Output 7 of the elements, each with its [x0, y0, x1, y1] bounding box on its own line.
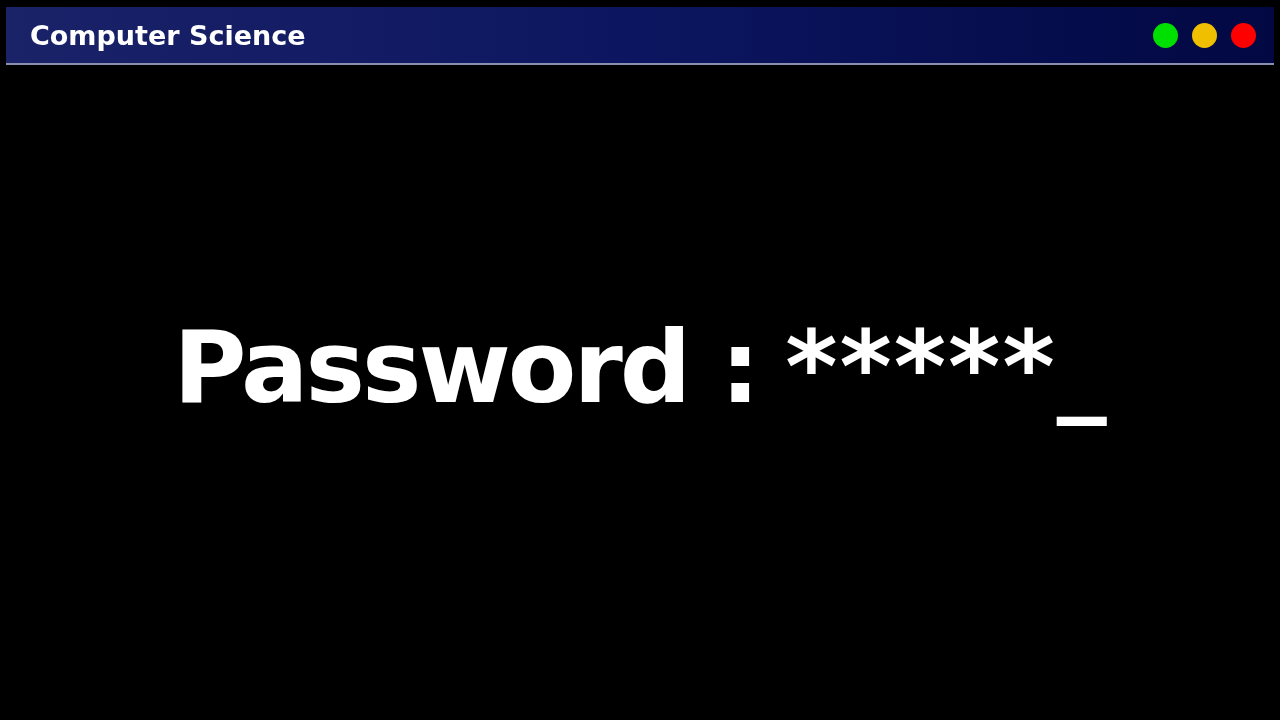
window-title: Computer Science: [30, 19, 306, 51]
window-control-button[interactable]: [1192, 22, 1217, 48]
text-cursor: _: [1056, 309, 1107, 426]
window-control-button[interactable]: [1153, 22, 1178, 48]
window-control-button[interactable]: [1231, 22, 1256, 48]
password-value: *****: [785, 309, 1057, 426]
password-label: Password :: [173, 309, 758, 426]
